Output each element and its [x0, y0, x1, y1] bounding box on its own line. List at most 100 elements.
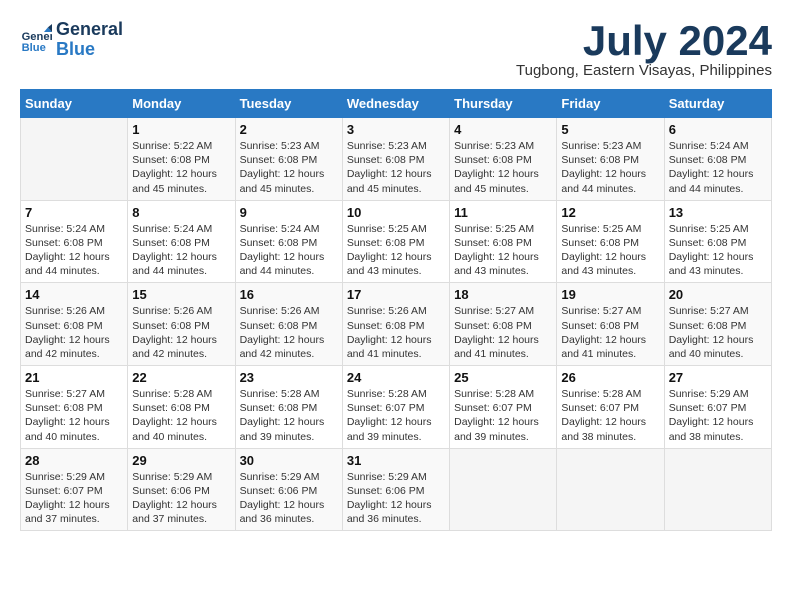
header-friday: Friday: [557, 90, 664, 118]
day-detail: Sunrise: 5:29 AMSunset: 6:07 PMDaylight:…: [669, 387, 767, 444]
day-detail: Sunrise: 5:25 AMSunset: 6:08 PMDaylight:…: [561, 222, 659, 279]
page-header: General Blue General Blue July 2024 Tugb…: [20, 20, 772, 79]
day-number: 23: [240, 370, 338, 385]
day-detail: Sunrise: 5:23 AMSunset: 6:08 PMDaylight:…: [240, 139, 338, 196]
day-number: 13: [669, 205, 767, 220]
day-cell: 27 Sunrise: 5:29 AMSunset: 6:07 PMDaylig…: [664, 366, 771, 449]
day-number: 5: [561, 122, 659, 137]
day-number: 25: [454, 370, 552, 385]
day-number: 11: [454, 205, 552, 220]
day-number: 27: [669, 370, 767, 385]
day-cell: [21, 118, 128, 201]
day-number: 26: [561, 370, 659, 385]
svg-text:General: General: [22, 31, 52, 43]
day-detail: Sunrise: 5:25 AMSunset: 6:08 PMDaylight:…: [454, 222, 552, 279]
day-number: 29: [132, 453, 230, 468]
day-number: 30: [240, 453, 338, 468]
day-cell: 24 Sunrise: 5:28 AMSunset: 6:07 PMDaylig…: [342, 366, 449, 449]
day-number: 19: [561, 287, 659, 302]
day-cell: 12 Sunrise: 5:25 AMSunset: 6:08 PMDaylig…: [557, 200, 664, 283]
day-cell: 18 Sunrise: 5:27 AMSunset: 6:08 PMDaylig…: [450, 283, 557, 366]
day-number: 14: [25, 287, 123, 302]
day-number: 9: [240, 205, 338, 220]
day-cell: 22 Sunrise: 5:28 AMSunset: 6:08 PMDaylig…: [128, 366, 235, 449]
day-detail: Sunrise: 5:26 AMSunset: 6:08 PMDaylight:…: [25, 304, 123, 361]
logo-icon: General Blue: [20, 24, 52, 56]
header-monday: Monday: [128, 90, 235, 118]
day-cell: 10 Sunrise: 5:25 AMSunset: 6:08 PMDaylig…: [342, 200, 449, 283]
day-cell: 4 Sunrise: 5:23 AMSunset: 6:08 PMDayligh…: [450, 118, 557, 201]
day-cell: [664, 448, 771, 531]
day-number: 7: [25, 205, 123, 220]
day-number: 20: [669, 287, 767, 302]
day-detail: Sunrise: 5:27 AMSunset: 6:08 PMDaylight:…: [669, 304, 767, 361]
month-title: July 2024: [516, 20, 772, 62]
location: Tugbong, Eastern Visayas, Philippines: [516, 62, 772, 79]
day-cell: 15 Sunrise: 5:26 AMSunset: 6:08 PMDaylig…: [128, 283, 235, 366]
day-number: 2: [240, 122, 338, 137]
header-thursday: Thursday: [450, 90, 557, 118]
day-cell: 9 Sunrise: 5:24 AMSunset: 6:08 PMDayligh…: [235, 200, 342, 283]
day-detail: Sunrise: 5:26 AMSunset: 6:08 PMDaylight:…: [240, 304, 338, 361]
day-detail: Sunrise: 5:22 AMSunset: 6:08 PMDaylight:…: [132, 139, 230, 196]
header-sunday: Sunday: [21, 90, 128, 118]
day-cell: 21 Sunrise: 5:27 AMSunset: 6:08 PMDaylig…: [21, 366, 128, 449]
day-cell: 5 Sunrise: 5:23 AMSunset: 6:08 PMDayligh…: [557, 118, 664, 201]
day-cell: 2 Sunrise: 5:23 AMSunset: 6:08 PMDayligh…: [235, 118, 342, 201]
day-number: 3: [347, 122, 445, 137]
day-detail: Sunrise: 5:25 AMSunset: 6:08 PMDaylight:…: [669, 222, 767, 279]
day-number: 21: [25, 370, 123, 385]
header-saturday: Saturday: [664, 90, 771, 118]
day-cell: 26 Sunrise: 5:28 AMSunset: 6:07 PMDaylig…: [557, 366, 664, 449]
day-detail: Sunrise: 5:23 AMSunset: 6:08 PMDaylight:…: [561, 139, 659, 196]
day-detail: Sunrise: 5:28 AMSunset: 6:08 PMDaylight:…: [132, 387, 230, 444]
calendar-table: SundayMondayTuesdayWednesdayThursdayFrid…: [20, 89, 772, 531]
day-number: 24: [347, 370, 445, 385]
day-detail: Sunrise: 5:26 AMSunset: 6:08 PMDaylight:…: [132, 304, 230, 361]
day-number: 12: [561, 205, 659, 220]
header-tuesday: Tuesday: [235, 90, 342, 118]
week-row-1: 7 Sunrise: 5:24 AMSunset: 6:08 PMDayligh…: [21, 200, 772, 283]
day-detail: Sunrise: 5:27 AMSunset: 6:08 PMDaylight:…: [25, 387, 123, 444]
day-number: 28: [25, 453, 123, 468]
day-cell: 17 Sunrise: 5:26 AMSunset: 6:08 PMDaylig…: [342, 283, 449, 366]
day-detail: Sunrise: 5:24 AMSunset: 6:08 PMDaylight:…: [132, 222, 230, 279]
day-number: 4: [454, 122, 552, 137]
week-row-4: 28 Sunrise: 5:29 AMSunset: 6:07 PMDaylig…: [21, 448, 772, 531]
day-cell: 28 Sunrise: 5:29 AMSunset: 6:07 PMDaylig…: [21, 448, 128, 531]
day-cell: 7 Sunrise: 5:24 AMSunset: 6:08 PMDayligh…: [21, 200, 128, 283]
day-detail: Sunrise: 5:29 AMSunset: 6:06 PMDaylight:…: [240, 470, 338, 527]
logo-blue: Blue: [56, 40, 123, 60]
day-cell: 20 Sunrise: 5:27 AMSunset: 6:08 PMDaylig…: [664, 283, 771, 366]
header-row: SundayMondayTuesdayWednesdayThursdayFrid…: [21, 90, 772, 118]
week-row-2: 14 Sunrise: 5:26 AMSunset: 6:08 PMDaylig…: [21, 283, 772, 366]
week-row-3: 21 Sunrise: 5:27 AMSunset: 6:08 PMDaylig…: [21, 366, 772, 449]
day-detail: Sunrise: 5:29 AMSunset: 6:07 PMDaylight:…: [25, 470, 123, 527]
day-number: 31: [347, 453, 445, 468]
day-detail: Sunrise: 5:26 AMSunset: 6:08 PMDaylight:…: [347, 304, 445, 361]
day-number: 8: [132, 205, 230, 220]
day-detail: Sunrise: 5:28 AMSunset: 6:08 PMDaylight:…: [240, 387, 338, 444]
title-block: July 2024 Tugbong, Eastern Visayas, Phil…: [516, 20, 772, 79]
day-detail: Sunrise: 5:29 AMSunset: 6:06 PMDaylight:…: [132, 470, 230, 527]
day-cell: 30 Sunrise: 5:29 AMSunset: 6:06 PMDaylig…: [235, 448, 342, 531]
day-cell: 11 Sunrise: 5:25 AMSunset: 6:08 PMDaylig…: [450, 200, 557, 283]
day-number: 16: [240, 287, 338, 302]
week-row-0: 1 Sunrise: 5:22 AMSunset: 6:08 PMDayligh…: [21, 118, 772, 201]
day-detail: Sunrise: 5:25 AMSunset: 6:08 PMDaylight:…: [347, 222, 445, 279]
day-cell: 19 Sunrise: 5:27 AMSunset: 6:08 PMDaylig…: [557, 283, 664, 366]
day-number: 18: [454, 287, 552, 302]
day-cell: 8 Sunrise: 5:24 AMSunset: 6:08 PMDayligh…: [128, 200, 235, 283]
day-detail: Sunrise: 5:27 AMSunset: 6:08 PMDaylight:…: [561, 304, 659, 361]
day-cell: 14 Sunrise: 5:26 AMSunset: 6:08 PMDaylig…: [21, 283, 128, 366]
day-detail: Sunrise: 5:29 AMSunset: 6:06 PMDaylight:…: [347, 470, 445, 527]
day-cell: 13 Sunrise: 5:25 AMSunset: 6:08 PMDaylig…: [664, 200, 771, 283]
header-wednesday: Wednesday: [342, 90, 449, 118]
day-cell: 23 Sunrise: 5:28 AMSunset: 6:08 PMDaylig…: [235, 366, 342, 449]
day-detail: Sunrise: 5:28 AMSunset: 6:07 PMDaylight:…: [454, 387, 552, 444]
day-cell: [450, 448, 557, 531]
day-detail: Sunrise: 5:24 AMSunset: 6:08 PMDaylight:…: [669, 139, 767, 196]
day-number: 17: [347, 287, 445, 302]
day-cell: 29 Sunrise: 5:29 AMSunset: 6:06 PMDaylig…: [128, 448, 235, 531]
day-detail: Sunrise: 5:23 AMSunset: 6:08 PMDaylight:…: [347, 139, 445, 196]
